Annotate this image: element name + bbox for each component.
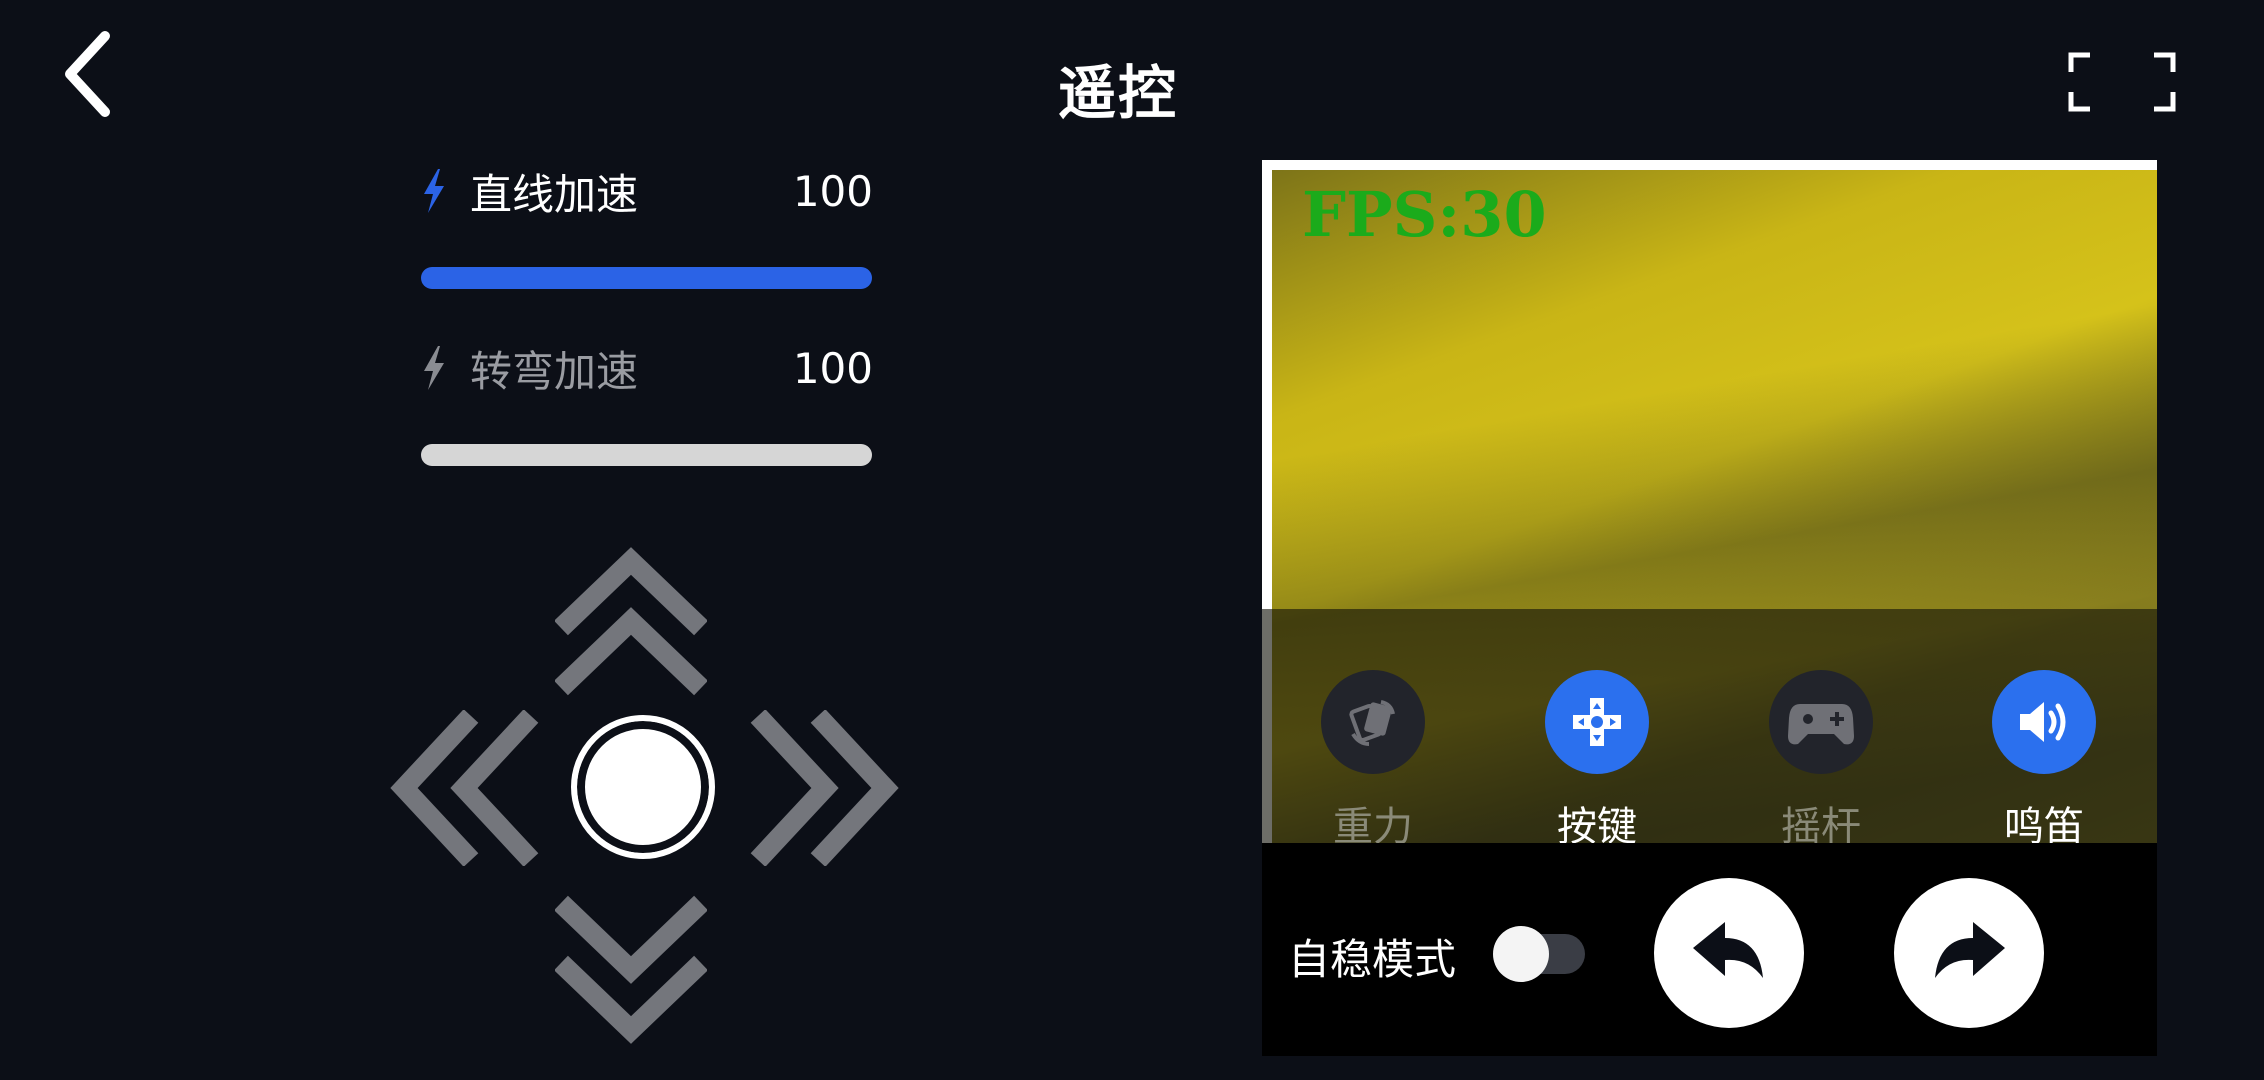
dpad-right-button[interactable] bbox=[745, 710, 903, 866]
double-chevron-up-icon bbox=[555, 547, 707, 696]
double-chevron-right-icon bbox=[750, 710, 899, 866]
linear-speed-slider[interactable] bbox=[421, 267, 872, 289]
linear-speed-row: 直线加速 100 bbox=[418, 156, 873, 226]
speaker-icon bbox=[2020, 702, 2066, 742]
gamepad-icon bbox=[1788, 704, 1854, 745]
turn-speed-slider[interactable] bbox=[421, 444, 872, 466]
fullscreen-corners-icon bbox=[2068, 52, 2176, 112]
undo-arrow-icon bbox=[1693, 922, 1763, 978]
stabilize-mode-toggle[interactable] bbox=[1493, 926, 1593, 982]
toggle-thumb bbox=[1493, 926, 1549, 982]
dpad-up-button[interactable] bbox=[555, 543, 707, 701]
turn-speed-value: 100 bbox=[792, 343, 873, 393]
lightning-icon bbox=[424, 169, 444, 213]
redo-button[interactable] bbox=[1894, 878, 2044, 1028]
lightning-icon bbox=[424, 346, 444, 390]
stabilize-mode-label: 自稳模式 bbox=[1288, 935, 1457, 984]
dpad-icon bbox=[1573, 698, 1621, 746]
linear-speed-value: 100 bbox=[792, 166, 873, 216]
turn-speed-label: 转弯加速 bbox=[470, 346, 639, 396]
mode-gravity-button[interactable]: 重力 bbox=[1298, 670, 1448, 852]
mode-joystick-button[interactable]: 摇杆 bbox=[1746, 670, 1896, 852]
dpad-center-button[interactable] bbox=[571, 715, 715, 859]
undo-button[interactable] bbox=[1654, 878, 1804, 1028]
redo-arrow-icon bbox=[1935, 922, 2005, 978]
gravity-tilt-icon bbox=[1349, 700, 1395, 746]
page-title: 遥控 bbox=[1057, 59, 1178, 127]
dpad-left-button[interactable] bbox=[386, 710, 544, 866]
mode-horn-button[interactable]: 鸣笛 bbox=[1969, 670, 2119, 852]
mode-buttons-button[interactable]: 按键 bbox=[1522, 670, 1672, 852]
double-chevron-left-icon bbox=[390, 710, 539, 866]
dpad-down-button[interactable] bbox=[555, 890, 707, 1048]
turn-speed-row: 转弯加速 100 bbox=[418, 333, 873, 403]
fps-counter: FPS:30 bbox=[1302, 178, 1547, 251]
double-chevron-down-icon bbox=[555, 895, 707, 1044]
fullscreen-button[interactable] bbox=[2068, 52, 2176, 112]
linear-speed-label: 直线加速 bbox=[470, 169, 639, 219]
